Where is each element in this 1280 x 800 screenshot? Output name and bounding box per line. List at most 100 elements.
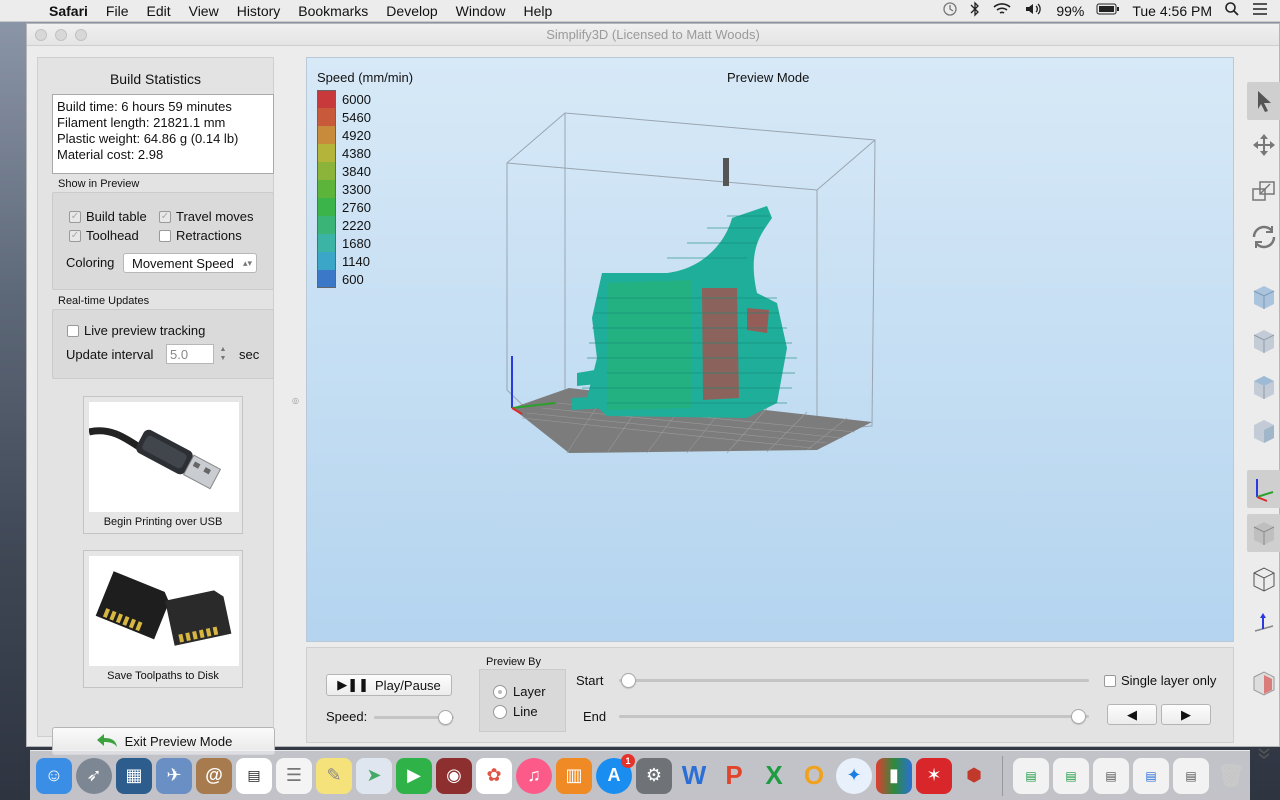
wifi-icon[interactable] (992, 1, 1012, 20)
bluetooth-icon[interactable] (970, 1, 980, 20)
update-interval-stepper[interactable]: ▲ ▼ (218, 345, 228, 365)
menu-help[interactable]: Help (514, 3, 561, 19)
notification-center-icon[interactable] (1252, 2, 1268, 19)
next-layer-button[interactable]: ▶ (1161, 704, 1211, 725)
show-axes-button[interactable] (1247, 470, 1280, 508)
battery-icon[interactable] (1096, 2, 1120, 19)
reminders-icon[interactable]: ☰ (276, 757, 312, 794)
launchpad-icon[interactable]: ➶ (76, 757, 112, 794)
dock: ☺ ➶ ▦ ✈ @ ▤ ☰ ✎ ➤ ▶ ◉ ✿ ♫ ▥ A1 ⚙ W P X O… (30, 750, 1250, 800)
word-document-icon[interactable]: ▤ (1133, 757, 1169, 794)
live-preview-tracking-checkbox[interactable]: Live preview tracking (67, 323, 205, 338)
notes-icon[interactable]: ✎ (316, 757, 352, 794)
checkmark-icon: ✓ (69, 210, 81, 223)
solid-cube-icon (1253, 522, 1275, 545)
travel-moves-checkbox[interactable]: ✓ Travel moves (159, 209, 254, 224)
single-layer-only-label: Single layer only (1121, 673, 1217, 688)
menu-bookmarks[interactable]: Bookmarks (289, 3, 377, 19)
toolbar-more-button[interactable] (1247, 746, 1280, 762)
app-store-icon[interactable]: A1 (596, 753, 635, 794)
splitter-handle[interactable]: ◎ (292, 396, 299, 405)
prev-layer-button[interactable]: ◀ (1107, 704, 1157, 725)
ibooks-icon[interactable]: ▥ (556, 757, 592, 794)
play-pause-icon: ▶❚❚ (337, 677, 370, 692)
preview-app-icon[interactable]: ✈ (156, 757, 192, 794)
powerpoint-icon[interactable]: P (716, 758, 752, 794)
menu-clock[interactable]: Tue 4:56 PM (1132, 3, 1212, 19)
start-slider-knob[interactable] (621, 673, 636, 688)
volume-icon[interactable] (1024, 1, 1044, 20)
outlook-icon[interactable]: O (796, 758, 832, 794)
view-iso-button[interactable] (1247, 278, 1280, 316)
move-tool-button[interactable] (1247, 126, 1280, 164)
time-machine-icon[interactable] (942, 1, 958, 20)
end-slider-track[interactable] (619, 715, 1089, 718)
window-title: Simplify3D (Licensed to Matt Woods) (546, 27, 760, 42)
word-icon[interactable]: W (676, 758, 712, 794)
cube-front-icon (1253, 330, 1275, 353)
menu-app-name[interactable]: Safari (40, 3, 97, 19)
plastic-weight: Plastic weight: 64.86 g (0.14 lb) (57, 131, 239, 146)
excel-document-icon[interactable]: ▤ (1013, 757, 1049, 794)
menu-window[interactable]: Window (447, 3, 515, 19)
play-pause-button[interactable]: ▶❚❚ Play/Pause (326, 674, 452, 696)
system-preferences-icon[interactable]: ⚙ (636, 757, 672, 794)
excel-icon[interactable]: X (756, 758, 792, 794)
screenshot-icon[interactable]: ▤ (1173, 757, 1209, 794)
toolhead-label: Toolhead (86, 228, 139, 243)
colorful-app-icon[interactable]: ▮ (876, 757, 912, 794)
normal-arrow-icon (1254, 613, 1274, 632)
update-interval-input[interactable] (166, 344, 214, 364)
toolhead-checkbox[interactable]: ✓ Toolhead (69, 228, 139, 243)
save-toolpaths-disk-button[interactable]: Save Toolpaths to Disk (83, 550, 243, 688)
select-tool-button[interactable] (1247, 82, 1280, 120)
line-radio[interactable]: Line (493, 704, 538, 719)
view-toolbar (1245, 46, 1280, 759)
interval-unit: sec (239, 347, 260, 362)
trash-icon[interactable]: 🗑 (1213, 758, 1249, 794)
photos-icon[interactable]: ✿ (476, 757, 512, 794)
view-top-button[interactable] (1247, 368, 1280, 406)
spotlight-search-icon[interactable] (1224, 1, 1240, 20)
preview-viewport[interactable]: Speed (mm/min) 6000 5460 4920 4380 3840 3300 2… (306, 57, 1234, 642)
coloring-select[interactable]: Movement Speed ▴▾ (123, 253, 257, 273)
menu-history[interactable]: History (228, 3, 290, 19)
itunes-icon[interactable]: ♫ (516, 757, 552, 794)
solid-view-button[interactable] (1247, 514, 1280, 552)
begin-printing-usb-button[interactable]: Begin Printing over USB (83, 396, 243, 534)
menu-view[interactable]: View (180, 3, 228, 19)
facetime-icon[interactable]: ▶ (396, 757, 432, 794)
cross-section-button[interactable] (1247, 664, 1280, 702)
document-stack-icon[interactable]: ▤ (1093, 757, 1129, 794)
battery-percent[interactable]: 99% (1056, 3, 1084, 19)
retractions-checkbox[interactable]: Retractions (159, 228, 242, 243)
update-interval-label: Update interval (66, 347, 154, 362)
single-layer-only-checkbox[interactable]: Single layer only (1104, 673, 1216, 688)
photo-booth-icon[interactable]: ◉ (436, 757, 472, 794)
end-slider-knob[interactable] (1071, 709, 1086, 724)
finder-icon[interactable]: ☺ (36, 757, 72, 794)
rotate-tool-button[interactable] (1247, 218, 1280, 256)
realtime-updates-label: Real-time Updates (58, 295, 150, 307)
menu-edit[interactable]: Edit (137, 3, 179, 19)
maps-icon[interactable]: ➤ (356, 757, 392, 794)
menu-develop[interactable]: Develop (377, 3, 446, 19)
acrobat-icon[interactable]: ✶ (916, 757, 952, 794)
layer-radio[interactable]: Layer (493, 684, 546, 699)
normals-view-button[interactable] (1247, 604, 1280, 642)
calendar-icon[interactable]: ▤ (236, 757, 272, 794)
view-front-button[interactable] (1247, 322, 1280, 360)
speed-slider-knob[interactable] (438, 710, 453, 725)
excel-document-icon-2[interactable]: ▤ (1053, 757, 1089, 794)
scale-tool-button[interactable] (1247, 172, 1280, 210)
safari-icon[interactable]: ✦ (836, 757, 872, 794)
view-side-button[interactable] (1247, 412, 1280, 450)
move-arrows-icon (1253, 134, 1275, 156)
start-slider-track[interactable] (619, 679, 1089, 682)
wireframe-view-button[interactable] (1247, 560, 1280, 598)
contacts-icon[interactable]: @ (196, 757, 232, 794)
mission-control-icon[interactable]: ▦ (116, 757, 152, 794)
simplify3d-icon[interactable]: ⬢ (956, 758, 992, 794)
build-table-checkbox[interactable]: ✓ Build table (69, 209, 147, 224)
menu-file[interactable]: File (97, 3, 138, 19)
